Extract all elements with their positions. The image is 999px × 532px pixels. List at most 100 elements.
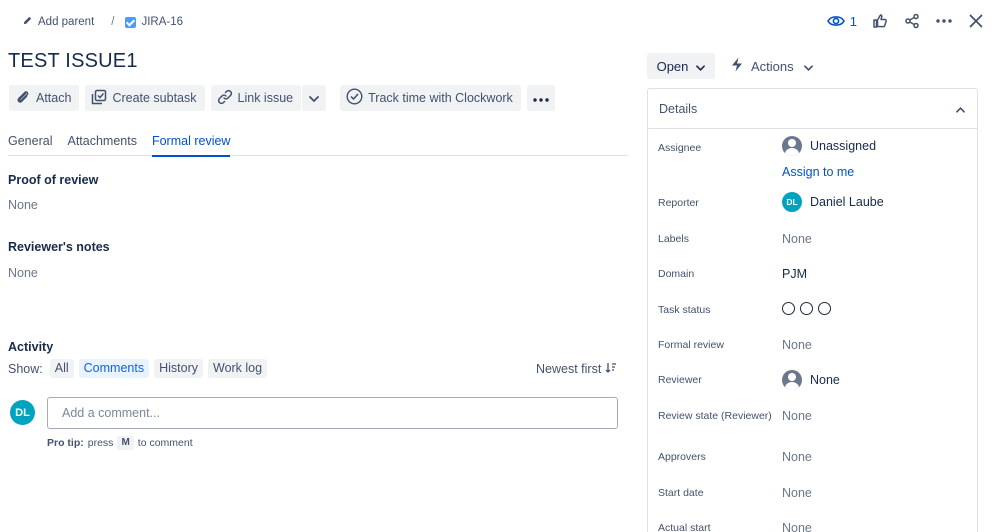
details-heading: Details	[659, 102, 697, 116]
domain-label: Domain	[658, 268, 694, 280]
issue-top-actions: 1	[827, 10, 985, 32]
start-date-value[interactable]: None	[782, 486, 812, 500]
task-status-value[interactable]	[782, 302, 831, 315]
formal-review-value[interactable]: None	[782, 338, 812, 352]
pro-tip-rest: to comment	[138, 437, 193, 449]
pencil-icon	[22, 15, 33, 29]
pro-tip-press: press	[88, 437, 114, 449]
reviewer-name: None	[810, 373, 840, 387]
link-icon	[217, 89, 233, 108]
lightning-icon	[731, 57, 743, 75]
filter-comments[interactable]: Comments	[79, 359, 149, 378]
pro-tip: Pro tip: press M to comment	[47, 436, 193, 450]
add-parent-button[interactable]: Add parent	[22, 15, 94, 29]
status-circle-icon	[800, 302, 813, 315]
approvers-label: Approvers	[658, 451, 706, 463]
shortcut-key: M	[117, 436, 133, 450]
actions-label: Actions	[751, 59, 794, 74]
task-type-icon	[125, 17, 136, 28]
reviewer-label: Reviewer	[658, 374, 702, 386]
filter-history[interactable]: History	[154, 359, 203, 378]
reporter-avatar: DL	[782, 192, 802, 212]
sort-label: Newest first	[536, 362, 601, 376]
reviewers-notes-value[interactable]: None	[8, 266, 38, 280]
link-issue-button[interactable]: Link issue	[211, 85, 302, 111]
reporter-label: Reporter	[658, 197, 699, 209]
watch-button[interactable]: 1	[827, 12, 857, 30]
actual-start-value[interactable]: None	[782, 521, 812, 532]
issue-title[interactable]: TEST ISSUE1	[8, 50, 138, 73]
review-state-value[interactable]: None	[782, 409, 812, 423]
details-panel: Details Assignee Unassigned Assign to me…	[647, 88, 978, 532]
reviewers-notes-heading: Reviewer's notes	[8, 240, 110, 254]
chevron-up-icon[interactable]	[956, 102, 965, 116]
status-label: Open	[657, 59, 689, 74]
link-issue-dropdown[interactable]	[302, 85, 326, 111]
issue-tabs: General Attachments Formal review	[8, 134, 628, 156]
share-icon[interactable]	[903, 12, 921, 30]
user-icon	[782, 370, 802, 390]
proof-of-review-heading: Proof of review	[8, 173, 98, 187]
track-time-button[interactable]: Track time with Clockwork	[340, 85, 521, 111]
add-parent-label: Add parent	[38, 16, 94, 28]
issue-key-link[interactable]: JIRA-16	[125, 16, 183, 28]
issue-toolbar: Attach Create subtask Link issue Track t…	[9, 85, 561, 111]
close-icon[interactable]	[967, 12, 985, 30]
issue-key-label: JIRA-16	[141, 16, 183, 28]
create-subtask-button[interactable]: Create subtask	[85, 85, 204, 111]
sort-toggle[interactable]: Newest first	[536, 362, 617, 376]
activity-filter-bar: Show: All Comments History Work log	[8, 359, 267, 378]
tab-attachments[interactable]: Attachments	[67, 134, 136, 156]
reporter-value[interactable]: DL Daniel Laube	[782, 192, 884, 212]
watch-count: 1	[850, 14, 857, 29]
more-icon	[533, 91, 549, 105]
status-circle-icon	[818, 302, 831, 315]
breadcrumb: Add parent / JIRA-16	[22, 14, 183, 30]
tab-formal-review[interactable]: Formal review	[152, 134, 231, 156]
chevron-down-icon	[696, 59, 705, 74]
status-circle-icon	[782, 302, 795, 315]
filter-work-log[interactable]: Work log	[208, 359, 267, 378]
labels-label: Labels	[658, 233, 689, 245]
actions-dropdown[interactable]: Actions	[725, 53, 819, 79]
more-icon[interactable]	[935, 12, 953, 30]
chevron-down-icon	[309, 91, 319, 105]
comment-input[interactable]: Add a comment...	[47, 397, 618, 429]
clock-check-icon	[346, 88, 363, 108]
filter-all[interactable]: All	[50, 359, 74, 378]
review-state-label: Review state (Reviewer)	[658, 410, 772, 422]
labels-value[interactable]: None	[782, 232, 812, 246]
assignee-value[interactable]: Unassigned	[782, 136, 876, 156]
assignee-name: Unassigned	[810, 139, 876, 153]
proof-of-review-value[interactable]: None	[8, 198, 38, 212]
link-issue-label: Link issue	[238, 91, 294, 105]
thumbs-up-icon[interactable]	[871, 12, 889, 30]
start-date-label: Start date	[658, 487, 704, 499]
formal-review-label: Formal review	[658, 339, 724, 351]
assign-to-me-link[interactable]: Assign to me	[782, 165, 854, 179]
tab-general[interactable]: General	[8, 134, 52, 156]
eye-icon	[827, 12, 845, 30]
sort-icon	[605, 362, 617, 376]
task-status-circles	[782, 302, 831, 315]
breadcrumb-separator: /	[111, 16, 114, 28]
attach-button[interactable]: Attach	[9, 85, 79, 111]
pro-tip-label: Pro tip:	[47, 437, 84, 449]
task-status-label: Task status	[658, 304, 711, 316]
create-subtask-label: Create subtask	[112, 91, 196, 105]
show-label: Show:	[8, 362, 43, 376]
details-header[interactable]: Details	[648, 89, 977, 129]
activity-heading: Activity	[8, 340, 53, 354]
chevron-down-icon	[804, 59, 813, 74]
track-time-label: Track time with Clockwork	[368, 91, 513, 105]
actual-start-label: Actual start	[658, 522, 711, 532]
attach-label: Attach	[36, 91, 71, 105]
domain-value[interactable]: PJM	[782, 267, 807, 281]
status-dropdown[interactable]: Open	[647, 53, 715, 79]
user-icon	[782, 136, 802, 156]
reviewer-value[interactable]: None	[782, 370, 840, 390]
reporter-name: Daniel Laube	[810, 195, 884, 209]
approvers-value[interactable]: None	[782, 450, 812, 464]
avatar: DL	[10, 400, 35, 425]
more-actions-button[interactable]	[527, 85, 555, 111]
